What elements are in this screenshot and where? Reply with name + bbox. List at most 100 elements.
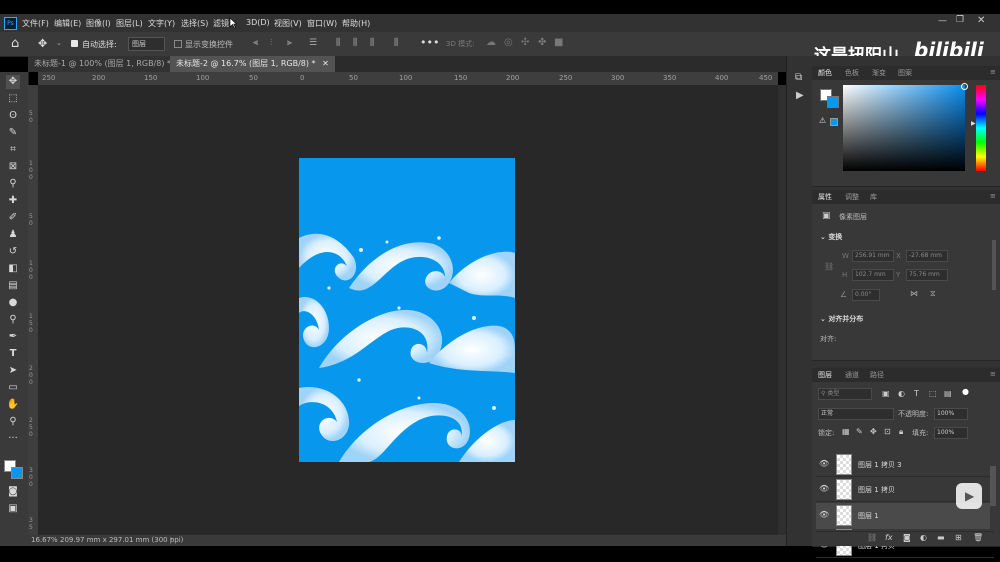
align-hcenter-icon[interactable]: ⫶ (270, 38, 272, 48)
filter-smart-object-icon[interactable]: ▤ (944, 389, 952, 398)
tab-swatches[interactable]: 色板 (845, 68, 859, 78)
eyedropper-icon[interactable]: ⚲ (6, 177, 20, 191)
rectangle-icon[interactable]: ▭ (6, 381, 20, 395)
align-left-icon[interactable]: ⫷ (253, 38, 258, 48)
distribute-3-icon[interactable]: ⫼ (370, 38, 374, 48)
layer-filter-dropdown[interactable]: ⚲ 类型 (818, 388, 872, 400)
scale-3d-icon[interactable]: ■ (554, 37, 563, 48)
distribute-1-icon[interactable]: ⫼ (336, 38, 340, 48)
flip-horizontal-icon[interactable]: ⋈ (910, 289, 918, 298)
video-play-overlay[interactable]: ▶ (956, 483, 982, 509)
new-adjustment-icon[interactable]: ◐ (920, 533, 927, 542)
link-proportions-icon[interactable]: ⛓ (824, 262, 834, 271)
new-layer-icon[interactable]: ⊞ (955, 533, 962, 542)
fill-field[interactable]: 100% (934, 427, 968, 439)
lock-artboard-icon[interactable]: ⊡ (884, 427, 891, 436)
tab-patterns[interactable]: 图案 (898, 68, 912, 78)
type-tool-icon[interactable]: T (6, 347, 20, 361)
move-icon[interactable]: ✥ (6, 75, 20, 89)
quick-mask-icon[interactable]: ◙ (6, 485, 20, 499)
show-transform-checkbox[interactable] (174, 40, 182, 48)
filter-type-icon[interactable]: T (914, 389, 919, 398)
menu-edit[interactable]: 编辑(E) (54, 18, 81, 29)
gradient-icon[interactable]: ▤ (6, 279, 20, 293)
bg-color-chip[interactable] (827, 96, 839, 108)
close-tab-icon[interactable]: ✕ (322, 59, 329, 68)
tab-untitled-2[interactable]: 未标题-2 @ 16.7% (图层 1, RGB/8) * ✕ (170, 56, 335, 72)
opacity-field[interactable]: 100% (934, 408, 968, 420)
menu-3d[interactable]: 3D(D) (246, 18, 270, 27)
healing-brush-icon[interactable]: ✚ (6, 194, 20, 208)
filter-toggle-icon[interactable]: ● (962, 387, 969, 396)
lasso-icon[interactable]: ʘ (6, 109, 20, 123)
lock-position-icon[interactable]: ✥ (870, 427, 877, 436)
new-group-icon[interactable]: ▬ (937, 533, 945, 542)
tab-color[interactable]: 颜色 (818, 68, 832, 78)
menu-file[interactable]: 文件(F) (22, 18, 49, 29)
h-field[interactable]: 102.7 mm (852, 269, 894, 281)
hue-slider[interactable] (976, 85, 986, 171)
menu-layer[interactable]: 图层(L) (116, 18, 143, 29)
menu-filter[interactable]: 滤镜 (213, 18, 229, 29)
tab-untitled-1[interactable]: 未标题-1 @ 100% (图层 1, RGB/8) * ✕ (28, 56, 191, 72)
distribute-2-icon[interactable]: ⫼ (353, 38, 357, 48)
tab-paths[interactable]: 路径 (870, 370, 884, 380)
zoom-level[interactable]: 16.67% (31, 536, 58, 544)
roll-3d-icon[interactable]: ◎ (504, 37, 513, 48)
link-layers-icon[interactable]: ⛓ (867, 533, 877, 542)
marquee-icon[interactable]: ⬚ (6, 92, 20, 106)
web-color-chip[interactable] (830, 118, 838, 126)
properties-scrollbar[interactable] (992, 240, 996, 290)
tab-channels[interactable]: 通道 (845, 370, 859, 380)
blend-mode-dropdown[interactable]: 正常 (818, 408, 894, 420)
layer-name[interactable]: 图层 1 拷贝 (858, 485, 895, 495)
close-window-icon[interactable]: ✕ (977, 15, 985, 26)
quick-select-icon[interactable]: ✎ (6, 126, 20, 140)
tab-properties[interactable]: 属性 (818, 192, 832, 202)
pan-3d-icon[interactable]: ✣ (521, 37, 529, 48)
w-field[interactable]: 256.91 mm (852, 250, 894, 262)
menu-window[interactable]: 窗口(W) (307, 18, 337, 29)
more-options-icon[interactable]: ••• (420, 36, 439, 49)
x-field[interactable]: -27.68 mm (906, 250, 948, 262)
flip-vertical-icon[interactable]: ⧖ (930, 289, 936, 299)
screen-mode-icon[interactable]: ▣ (6, 502, 20, 516)
visibility-eye-icon[interactable]: 👁︎ (819, 510, 829, 519)
align-section-title[interactable]: ⌄ 对齐并分布 (820, 314, 863, 324)
dodge-icon[interactable]: ⚲ (6, 313, 20, 327)
orbit-3d-icon[interactable]: ☁ (486, 37, 496, 48)
lock-image-icon[interactable]: ✎ (856, 427, 863, 436)
panel-menu-icon[interactable]: ≡ (990, 370, 996, 378)
layers-scrollbar[interactable] (990, 466, 996, 506)
layer-name[interactable]: 图层 1 拷贝 3 (858, 460, 902, 470)
panel-menu-icon[interactable]: ≡ (990, 192, 996, 200)
play-actions-icon[interactable]: ▶ (796, 90, 804, 101)
tab-layers[interactable]: 图层 (818, 370, 832, 380)
filter-pixel-icon[interactable]: ▣ (882, 389, 890, 398)
visibility-eye-icon[interactable]: 👁︎ (819, 459, 829, 468)
workspace-scrollbar[interactable] (778, 85, 786, 535)
layer-name[interactable]: 图层 1 (858, 511, 879, 521)
layer-style-icon[interactable]: fx (885, 533, 893, 542)
add-mask-icon[interactable]: ◙ (903, 533, 911, 542)
blur-icon[interactable]: ● (6, 296, 20, 310)
tab-adjustments[interactable]: 调整 (845, 192, 859, 202)
tab-libraries[interactable]: 库 (870, 192, 877, 202)
menu-help[interactable]: 帮助(H) (342, 18, 370, 29)
distribute-4-icon[interactable]: ⫼ (394, 38, 398, 48)
align-top-icon[interactable]: ☰ (309, 38, 317, 48)
color-picker-handle[interactable] (961, 83, 968, 90)
frame-icon[interactable]: ⊠ (6, 160, 20, 174)
delete-layer-icon[interactable]: 🗑︎ (973, 533, 983, 542)
tool-preset-chevron-icon[interactable]: ⌄ (56, 39, 62, 47)
restore-icon[interactable]: ❐ (956, 15, 964, 25)
menu-view[interactable]: 视图(V) (274, 18, 302, 29)
crop-icon[interactable]: ⌗ (6, 143, 20, 157)
lock-transparent-icon[interactable]: ▦ (842, 427, 850, 436)
clone-stamp-icon[interactable]: ♟ (6, 228, 20, 242)
slide-3d-icon[interactable]: ✤ (538, 37, 546, 48)
home-icon[interactable]: ⌂ (11, 36, 19, 51)
pen-icon[interactable]: ✒ (6, 330, 20, 344)
menu-select[interactable]: 选择(S) (181, 18, 208, 29)
edit-toolbar-icon[interactable]: ··· (6, 432, 20, 446)
